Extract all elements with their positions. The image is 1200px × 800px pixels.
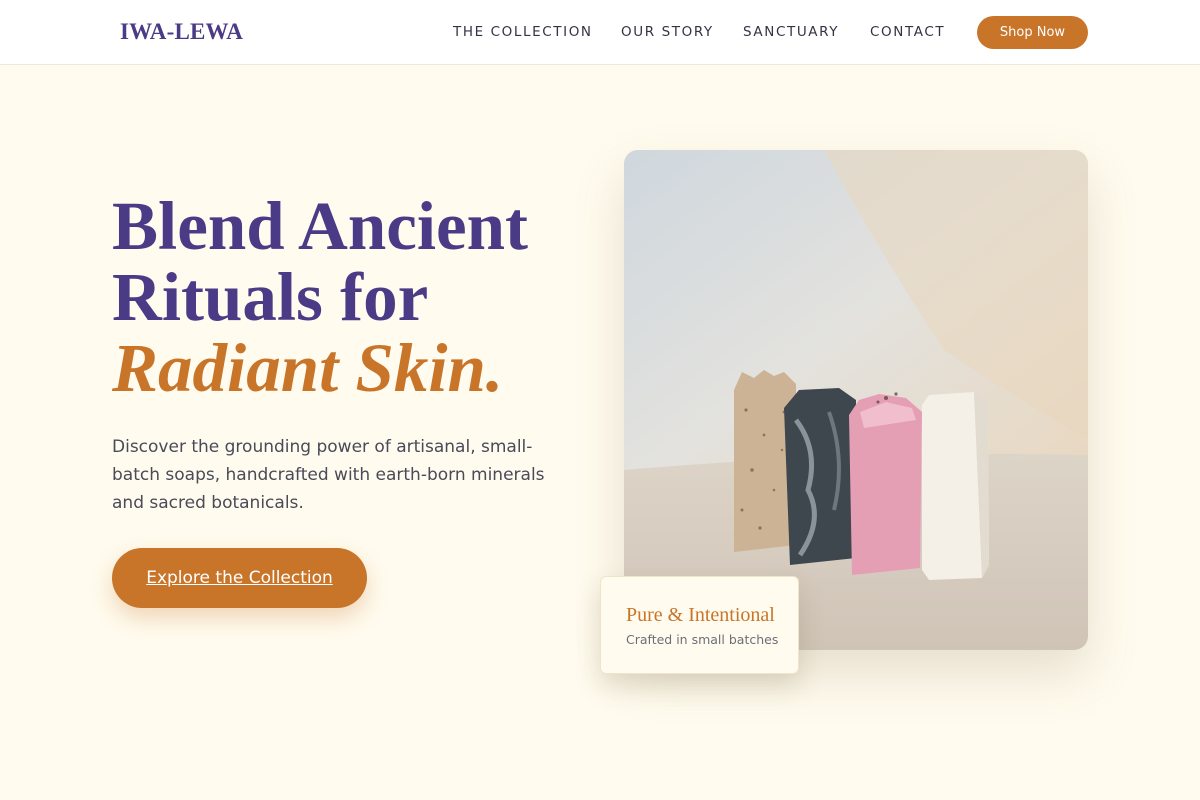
badge-title: Pure & Intentional xyxy=(626,604,775,626)
nav-link-collection[interactable]: THE COLLECTION xyxy=(453,24,593,40)
nav-link-sanctuary[interactable]: SANCTUARY xyxy=(743,24,839,40)
hero-title-line-2: Rituals for xyxy=(112,259,429,335)
soap-bar-charcoal xyxy=(784,388,856,565)
nav-link-contact[interactable]: CONTACT xyxy=(870,24,945,40)
nav-link-our-story[interactable]: OUR STORY xyxy=(621,24,714,40)
badge-subtitle: Crafted in small batches xyxy=(626,632,779,647)
hero-title-accent: Radiant Skin. xyxy=(112,330,504,406)
hero-description: Discover the grounding power of artisana… xyxy=(112,437,545,513)
hero-title: Blend Ancient Rituals for Radiant Skin. xyxy=(112,191,612,404)
shop-now-button[interactable]: Shop Now xyxy=(977,16,1088,49)
hero-title-line-1: Blend Ancient xyxy=(112,188,528,264)
soap-bars-illustration xyxy=(624,150,1088,650)
explore-collection-button[interactable]: Explore the Collection xyxy=(112,548,367,608)
quality-badge: Pure & Intentional Crafted in small batc… xyxy=(600,576,799,674)
site-header: IWA-LEWA THE COLLECTION OUR STORY SANCTU… xyxy=(0,0,1200,65)
soap-photo xyxy=(624,150,1088,650)
